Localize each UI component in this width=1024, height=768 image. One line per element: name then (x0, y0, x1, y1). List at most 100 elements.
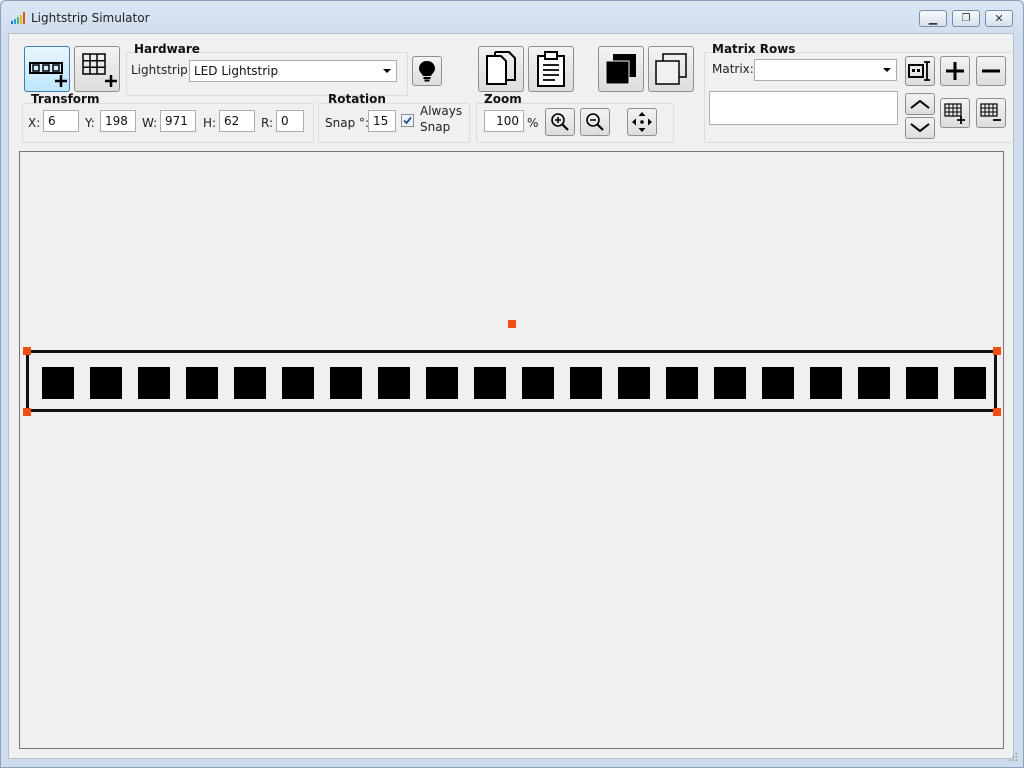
led-5 (234, 367, 266, 399)
window-title: Lightstrip Simulator (31, 11, 150, 25)
plus-icon (946, 62, 964, 80)
hardware-header: Hardware (134, 42, 200, 56)
led-11 (522, 367, 554, 399)
add-matrix-icon (82, 53, 117, 87)
resize-handle-top-right[interactable] (993, 347, 1001, 355)
lightstrip-label: Lightstrip: (131, 63, 192, 77)
app-icon (11, 12, 25, 24)
pan-icon (632, 112, 652, 132)
zoom-out-button[interactable] (580, 108, 610, 136)
pan-button[interactable] (627, 108, 657, 136)
bring-to-front-button[interactable] (598, 46, 644, 92)
copy-button[interactable] (478, 46, 524, 92)
matrix-rename-button[interactable] (905, 56, 935, 86)
paste-button[interactable] (528, 46, 574, 92)
design-canvas[interactable] (19, 151, 1004, 749)
snap-label: Snap °: (325, 116, 370, 130)
rotate-handle[interactable] (508, 320, 516, 328)
add-matrix-button[interactable] (74, 46, 120, 92)
led-4 (186, 367, 218, 399)
led-19 (906, 367, 938, 399)
zoom-unit: % (527, 116, 539, 130)
rotation-header: Rotation (328, 92, 386, 106)
x-label: X: (28, 116, 41, 130)
led-8 (378, 367, 410, 399)
matrix-label: Matrix: (712, 62, 754, 76)
r-input[interactable] (276, 110, 304, 132)
add-row-icon (944, 103, 965, 124)
led-2 (90, 367, 122, 399)
chevron-up-icon (910, 99, 930, 109)
led-7 (330, 367, 362, 399)
send-to-back-icon (655, 53, 687, 85)
remove-row-button[interactable] (976, 98, 1006, 128)
resize-handle-top-left[interactable] (23, 347, 31, 355)
w-label: W: (142, 116, 158, 130)
led-14 (666, 367, 698, 399)
lightstrip-select[interactable]: LED Lightstrip (189, 60, 397, 82)
led-16 (762, 367, 794, 399)
matrix-rows-list[interactable] (709, 91, 898, 125)
bulb-icon (419, 61, 435, 82)
copy-icon (486, 51, 516, 85)
title-bar[interactable]: Lightstrip Simulator ▁ ❐ ✕ (1, 1, 1023, 35)
restore-icon: ❐ (961, 13, 971, 24)
move-down-button[interactable] (905, 117, 935, 139)
paste-icon (537, 51, 565, 87)
close-icon: ✕ (994, 12, 1004, 25)
led-12 (570, 367, 602, 399)
matrix-rename-icon (908, 61, 930, 81)
transform-header: Transform (31, 92, 100, 106)
send-to-back-button[interactable] (648, 46, 694, 92)
always-snap-label-line2: Snap (420, 120, 451, 134)
bring-to-front-icon (605, 54, 636, 85)
always-snap-label-line1: Always (420, 104, 463, 118)
y-input[interactable] (100, 110, 136, 132)
zoom-header: Zoom (484, 92, 522, 106)
led-10 (474, 367, 506, 399)
led-3 (138, 367, 170, 399)
led-13 (618, 367, 650, 399)
resize-handle-bottom-left[interactable] (23, 408, 31, 416)
bulb-button[interactable] (412, 56, 442, 86)
r-label: R: (261, 116, 274, 130)
remove-row-icon (980, 103, 1001, 121)
add-matrix-row-button[interactable] (940, 56, 970, 86)
close-button[interactable]: ✕ (985, 10, 1013, 27)
x-input[interactable] (43, 110, 79, 132)
add-lightstrip-button[interactable] (24, 46, 70, 92)
maximize-button[interactable]: ❐ (952, 10, 980, 27)
y-label: Y: (85, 116, 95, 130)
checkmark-icon (403, 116, 412, 125)
led-18 (858, 367, 890, 399)
zoom-input[interactable] (484, 110, 524, 132)
h-label: H: (203, 116, 217, 130)
h-input[interactable] (219, 110, 255, 132)
minimize-button[interactable]: ▁ (919, 10, 947, 27)
zoom-in-icon (551, 113, 569, 131)
w-input[interactable] (160, 110, 196, 132)
led-6 (282, 367, 314, 399)
resize-grip-icon[interactable] (1008, 752, 1018, 762)
chevron-down-icon (910, 123, 930, 133)
snap-input[interactable] (368, 110, 396, 132)
led-9 (426, 367, 458, 399)
zoom-in-button[interactable] (545, 108, 575, 136)
zoom-out-icon (586, 113, 604, 131)
remove-matrix-row-button[interactable] (976, 56, 1006, 86)
add-row-button[interactable] (940, 98, 970, 128)
led-15 (714, 367, 746, 399)
minus-icon (982, 69, 1000, 73)
led-1 (42, 367, 74, 399)
lightstrip-select-value: LED Lightstrip (194, 64, 279, 78)
move-up-button[interactable] (905, 93, 935, 115)
chevron-down-icon (883, 68, 891, 72)
led-17 (810, 367, 842, 399)
add-lightstrip-icon (29, 62, 67, 87)
resize-handle-bottom-right[interactable] (993, 408, 1001, 416)
always-snap-checkbox[interactable] (401, 114, 414, 127)
matrix-select[interactable] (754, 59, 897, 81)
lightstrip-shape[interactable] (26, 350, 997, 412)
chevron-down-icon (383, 69, 391, 73)
matrix-rows-header: Matrix Rows (712, 42, 796, 56)
